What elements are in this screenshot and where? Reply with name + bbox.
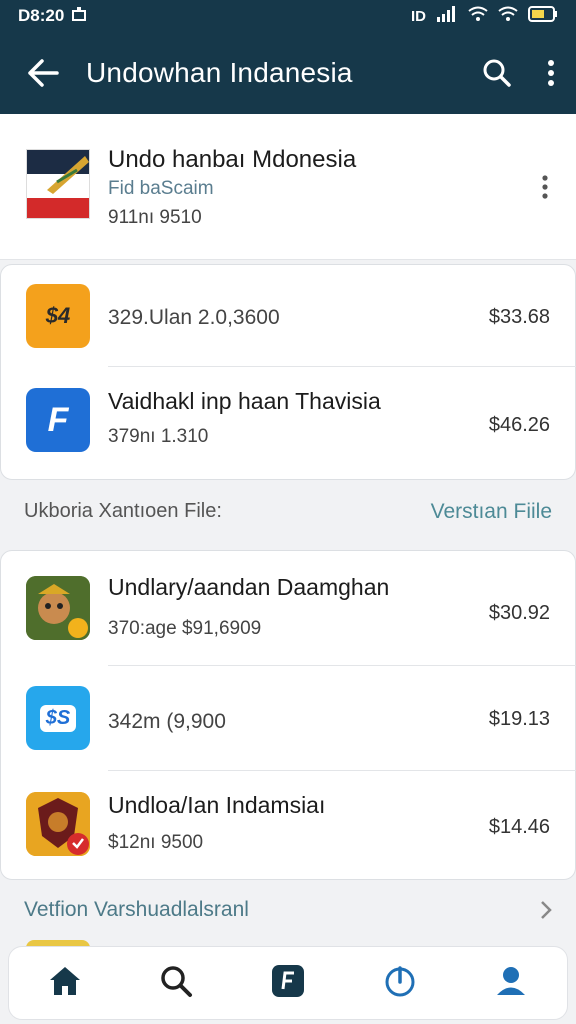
list-item[interactable]: Undloa/Ian Indamsiaı $12nı 9500 $14.46 <box>0 772 576 876</box>
item-meta: $12nı 9500 <box>108 832 204 853</box>
search-button[interactable] <box>468 32 526 114</box>
header-subtitle: Fid baScaim <box>108 178 214 199</box>
item-meta: 329.Ulan 2.0,3600 <box>108 306 280 329</box>
tag-icon: $4 <box>26 284 90 348</box>
section-link-label: Vetfion Varshuadlalsranl <box>24 898 249 921</box>
indonesia-flag-icon <box>26 149 90 219</box>
shield-game-icon <box>26 792 90 856</box>
nav-power[interactable] <box>370 953 430 1013</box>
divider <box>108 665 576 666</box>
app-bar: Undowhan Indanesia <box>0 32 576 114</box>
version-file-link[interactable]: Verstıan Fiile <box>431 500 552 524</box>
nav-profile[interactable] <box>481 953 541 1013</box>
chevron-right-icon <box>540 900 552 925</box>
more-options-button[interactable] <box>526 32 576 114</box>
dollar-app-icon: $S <box>26 686 90 750</box>
item-title: Undloa/Ian Indamsiaı <box>108 792 326 818</box>
wifi-icon-2 <box>498 6 518 27</box>
signal-icon <box>436 5 458 27</box>
section-label: Ukboria Xantıoen File: <box>24 500 222 522</box>
list-item[interactable]: F Vaidhakl inp haan Thavisia 379nı 1.310… <box>0 368 576 472</box>
header-meta: 911nı 9510 <box>108 207 202 228</box>
nav-search[interactable] <box>146 953 206 1013</box>
search-icon <box>159 964 193 1003</box>
header-more-icon[interactable] <box>532 170 558 204</box>
profile-icon <box>494 964 528 1003</box>
item-price: $46.26 <box>488 414 550 436</box>
divider <box>108 770 576 771</box>
divider <box>108 366 576 367</box>
back-button[interactable] <box>0 32 86 114</box>
bottom-navigation <box>8 946 568 1020</box>
nav-home[interactable] <box>35 953 95 1013</box>
page-title: Undowhan Indanesia <box>86 57 353 88</box>
item-price: $14.46 <box>488 816 550 838</box>
item-price: $30.92 <box>488 602 550 624</box>
status-bar: D8:20 ID <box>0 0 576 32</box>
list-item[interactable]: Undlary/aandan Daamghan 370:age $91,6909… <box>0 558 576 662</box>
list-item[interactable]: $S 342m (9,900 $19.13 <box>0 668 576 772</box>
f-app-icon <box>271 964 304 1002</box>
status-time: D8:20 <box>18 6 65 25</box>
notification-icon <box>72 6 87 26</box>
item-meta: 379nı 1.310 <box>108 426 209 447</box>
section-link[interactable]: Vetfion Varshuadlalsranl <box>0 884 576 934</box>
battery-icon <box>528 5 558 27</box>
section-header: Ukboria Xantıoen File: Verstıan Fiile <box>0 486 576 536</box>
wifi-icon <box>468 6 488 27</box>
item-meta: 342m (9,900 <box>108 710 226 733</box>
list-item[interactable]: $4 329.Ulan 2.0,3600 $33.68 <box>0 264 576 368</box>
header-title: Undo hanbaı Mdonesia <box>108 146 357 173</box>
item-price: $33.68 <box>488 306 550 328</box>
item-title: Vaidhakl inp haan Thavisia <box>108 388 381 414</box>
home-icon <box>48 965 82 1002</box>
item-meta: 370:age $91,6909 <box>108 618 262 639</box>
game-icon <box>26 576 90 640</box>
status-id-label: ID <box>411 7 426 25</box>
item-title: Undlary/aandan Daamghan <box>108 574 390 600</box>
item-price: $19.13 <box>488 708 550 730</box>
power-icon <box>383 964 417 1003</box>
flag-app-icon: F <box>26 388 90 452</box>
nav-files[interactable] <box>258 953 318 1013</box>
